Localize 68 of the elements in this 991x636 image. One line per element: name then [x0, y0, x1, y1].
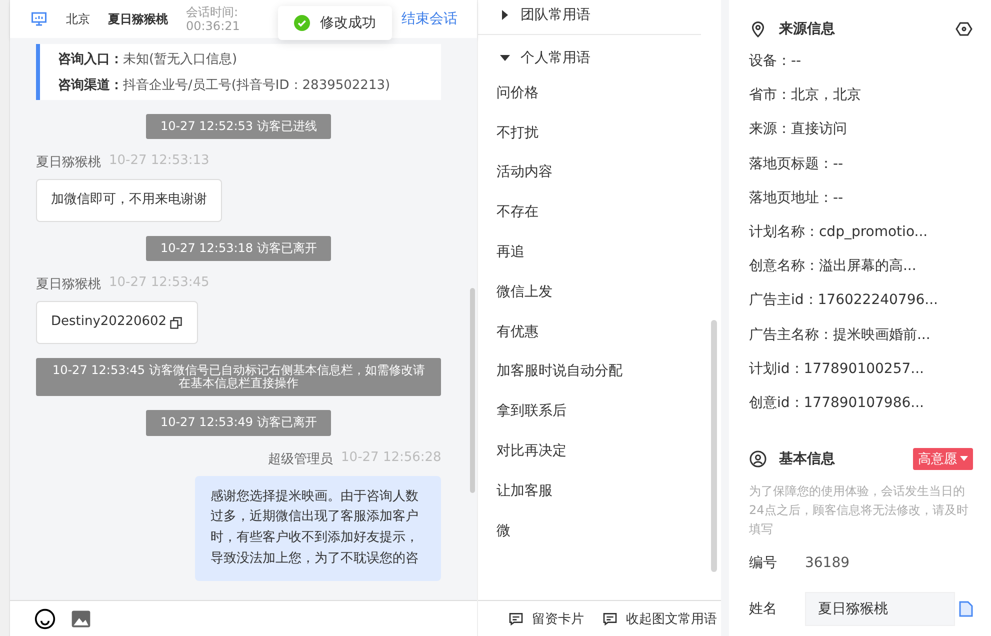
- message-bubble: Destiny20220602: [36, 301, 198, 344]
- phrase-item[interactable]: 有优惠: [478, 312, 707, 352]
- message-time: 10-27 12:56:28: [341, 450, 442, 467]
- message-bubble: 加微信即可，不用来电谢谢: [36, 179, 222, 222]
- phrase-item[interactable]: 不存在: [478, 192, 707, 232]
- source-info-row-text: 计划id：177890100257...: [748, 360, 925, 379]
- source-info-row-text: 省市：北京，北京: [748, 86, 862, 106]
- source-info-row-text: 设备：--: [748, 52, 802, 72]
- notice-text: 为了保障您的使用体验，会话发生当日的24点之后，顾客信息将无法修改，请及时填写: [748, 483, 970, 538]
- source-info-row-text: 创意名称：溢出屏幕的高...: [748, 257, 918, 276]
- sender-name: 超级管理员: [268, 450, 334, 468]
- message-bubble: 感谢您选择提米映画。由于咨询人数过多，近期微信出现了客服添加客户时，有些客户收不到添加好友提示，导致没法加上您，为了不耽误您的咨: [195, 476, 442, 581]
- system-notice: 10-27 12:52:53 访客已进线: [146, 114, 331, 140]
- copy-icon: [168, 316, 183, 330]
- footer-action-button[interactable]: 收起图文常用语: [602, 610, 717, 628]
- field-label: 编号: [748, 554, 778, 572]
- scrollbar-thumb[interactable]: [470, 288, 475, 493]
- phrase-item[interactable]: 问价格: [478, 73, 707, 113]
- hexagon-icon: [954, 20, 973, 38]
- phrase-item[interactable]: 不打扰: [478, 112, 707, 153]
- document-icon: [958, 600, 973, 617]
- field-value: 36189: [804, 554, 850, 571]
- entry-info-row-text: 咨询入口：未知(暂无入口信息): [58, 50, 238, 68]
- caret-down-icon: [960, 456, 968, 462]
- visitor-location: 北京: [66, 12, 90, 26]
- section-title: 基本信息: [778, 450, 835, 468]
- smiley-icon: [34, 608, 56, 630]
- comment-icon: [602, 610, 618, 626]
- phrase-group-toggle[interactable]: 个人常用语: [478, 43, 707, 73]
- source-info-row-text: 落地页标题：--: [748, 154, 844, 174]
- system-notice: 10-27 12:53:45 访客微信号已自动标记右侧基本信息栏，如需修改请在基本信息栏直接操作: [36, 358, 442, 396]
- phrase-item[interactable]: 活动内容: [478, 152, 707, 192]
- phrase-group-toggle[interactable]: 团队常用语: [478, 0, 707, 30]
- source-info-row-text: 计划名称：cdp_promotio...: [748, 223, 929, 242]
- phrase-item[interactable]: 微信上发: [478, 272, 707, 312]
- end-session-button[interactable]: 结束会话: [401, 10, 458, 28]
- comment-icon: [508, 610, 524, 626]
- monitor-icon: [30, 10, 48, 28]
- name-input[interactable]: 夏日猕猴桃: [804, 592, 955, 626]
- session-time: 00:36:21: [186, 19, 240, 34]
- section-title: 来源信息: [778, 20, 835, 38]
- system-notice: 10-27 12:53:49 访客已离开: [146, 410, 331, 436]
- message-time: 10-27 12:53:45: [108, 275, 210, 292]
- source-info-row-text: 来源：直接访问: [748, 120, 848, 140]
- source-info-row-text: 广告主名称：提米映画婚前...: [748, 326, 932, 345]
- sender-name: 夏日猕猴桃: [36, 154, 101, 172]
- phrase-item[interactable]: 让加客服: [478, 470, 707, 511]
- source-info-row-text: 创意id：177890107986...: [748, 394, 925, 413]
- source-info-row-text: 广告主id：176022240796...: [748, 291, 939, 310]
- check-icon: [294, 15, 310, 31]
- phrase-item[interactable]: 再追: [478, 232, 707, 272]
- emoji-button[interactable]: [34, 608, 56, 630]
- visitor-name: 夏日猕猴桃: [108, 12, 168, 26]
- toast-text: 修改成功: [320, 14, 376, 32]
- phrase-item[interactable]: 微: [478, 510, 707, 551]
- footer-action-button[interactable]: 留资卡片: [508, 610, 584, 628]
- message-time: 10-27 12:53:13: [108, 153, 210, 170]
- system-notice: 10-27 12:53:18 访客已离开: [146, 236, 331, 262]
- phrase-item[interactable]: 拿到联系后: [478, 391, 707, 432]
- phrase-item[interactable]: 对比再决定: [478, 431, 707, 471]
- sender-name: 夏日猕猴桃: [36, 276, 101, 294]
- session-label: 会话时间:: [186, 4, 240, 19]
- field-label: 姓名: [748, 600, 778, 618]
- user-circle-icon: [748, 450, 767, 468]
- phrase-item[interactable]: 加客服时说自动分配: [478, 352, 707, 392]
- scrollbar-thumb[interactable]: [710, 320, 717, 572]
- source-info-row-text: 落地页地址：--: [748, 188, 844, 208]
- entry-info-row-text: 咨询渠道：抖音企业号/员工号(抖音号ID：2839502213): [58, 76, 392, 94]
